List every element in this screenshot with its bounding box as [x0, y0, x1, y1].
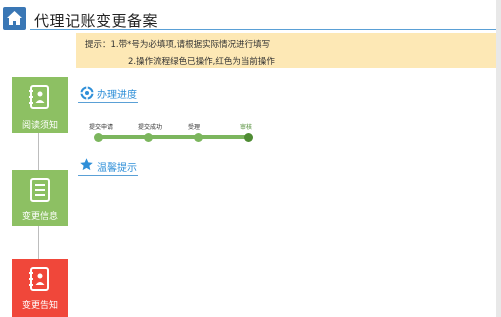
document-icon	[30, 178, 50, 202]
step-label-change-info: 变更信息	[21, 212, 58, 222]
progress-node-label: 提交成功	[138, 124, 163, 131]
home-icon	[7, 11, 22, 25]
progress-node-label-current: 审核	[240, 124, 253, 131]
notebook-icon	[29, 85, 49, 109]
progress-track	[96, 135, 250, 139]
notebook-icon	[29, 267, 49, 291]
progress-node-label: 提交申请	[89, 124, 114, 131]
notice-title-rule	[78, 175, 138, 176]
home-button[interactable]	[3, 7, 26, 30]
progress-title-rule	[78, 102, 138, 103]
progress-node	[194, 133, 203, 142]
progress-node-current	[244, 133, 253, 142]
lifebuoy-icon	[80, 86, 94, 100]
step-label-read-notice: 阅读须知	[21, 121, 58, 131]
progress-node	[144, 133, 153, 142]
tip-line-2: 2.操作流程绿色已操作,红色为当前操作	[128, 57, 275, 67]
tip-line-1: 提示：1.带*号为必填项,请根据实际情况进行填写	[85, 40, 271, 50]
title-divider	[30, 29, 496, 30]
progress-node-label: 受理	[188, 124, 201, 131]
step-label-change-notice: 变更告知	[21, 301, 58, 311]
notice-section-title: 温馨提示	[97, 163, 137, 174]
progress-node	[94, 133, 103, 142]
window-edge	[496, 0, 501, 317]
progress-section-title: 办理进度	[97, 90, 137, 101]
star-icon	[80, 158, 93, 171]
page-title: 代理记账变更备案	[34, 12, 159, 30]
